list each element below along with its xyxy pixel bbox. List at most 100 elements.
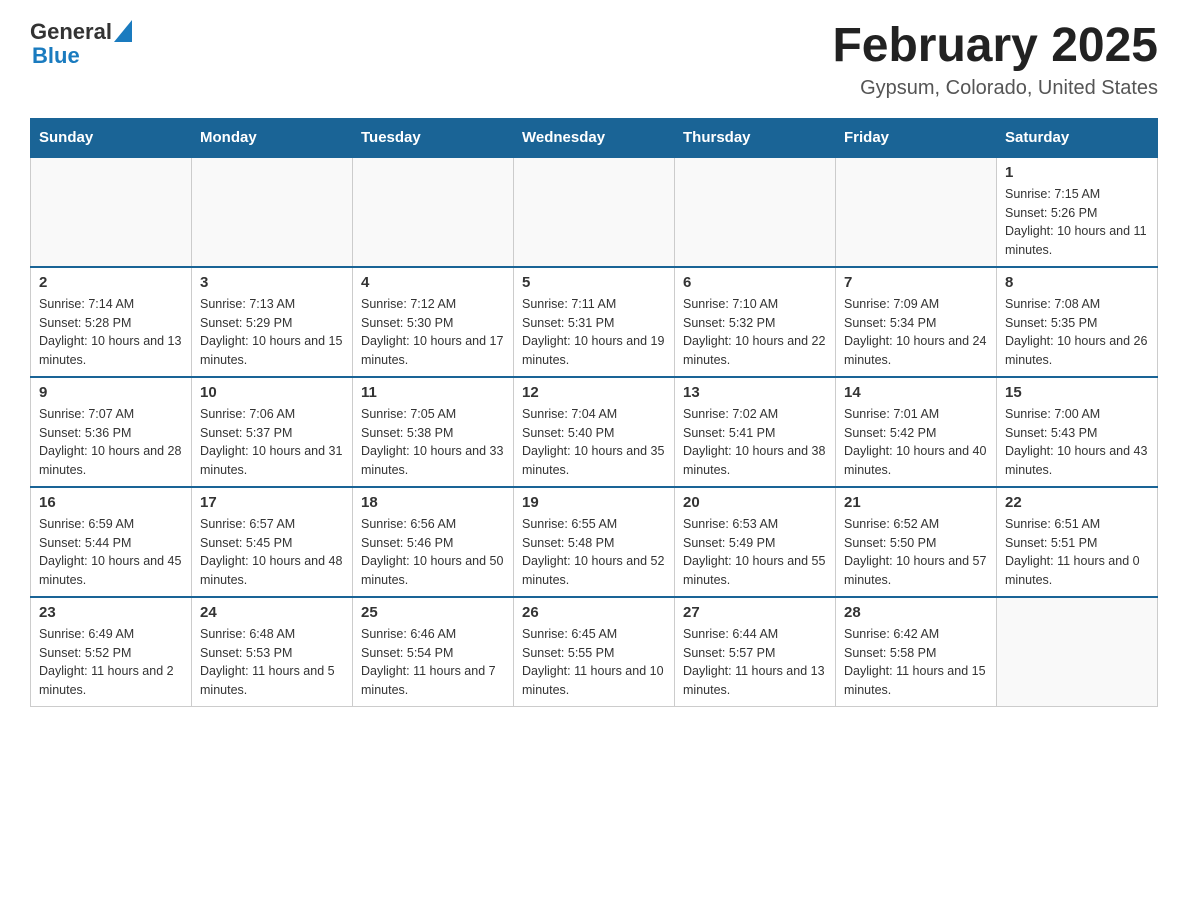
calendar-cell: 12Sunrise: 7:04 AMSunset: 5:40 PMDayligh… [514,377,675,487]
month-title: February 2025 [832,20,1158,73]
day-number: 22 [1005,494,1149,511]
logo: General Blue [30,20,132,68]
calendar-cell [997,597,1158,707]
weekday-header-friday: Friday [836,118,997,157]
day-info: Sunrise: 6:42 AMSunset: 5:58 PMDaylight:… [844,625,988,700]
calendar-cell [675,157,836,267]
day-number: 9 [39,384,183,401]
weekday-header-thursday: Thursday [675,118,836,157]
weekday-header-tuesday: Tuesday [353,118,514,157]
day-info: Sunrise: 6:55 AMSunset: 5:48 PMDaylight:… [522,515,666,590]
calendar-cell: 3 Sunrise: 7:13 AMSunset: 5:29 PMDaylight… [192,267,353,377]
day-info: Sunrise: 7:05 AMSunset: 5:38 PMDaylight:… [361,405,505,480]
week-row-2: 2 Sunrise: 7:14 AMSunset: 5:28 PMDaylight… [31,267,1158,377]
day-info: Sunrise: 7:11 AMSunset: 5:31 PMDaylight:… [522,295,666,370]
day-info: Sunrise: 6:53 AMSunset: 5:49 PMDaylight:… [683,515,827,590]
calendar-cell: 20 Sunrise: 6:53 AMSunset: 5:49 PMDayligh… [675,487,836,597]
day-number: 7 [844,274,988,291]
calendar-cell: 21 Sunrise: 6:52 AMSunset: 5:50 PMDayligh… [836,487,997,597]
calendar-cell: 23 Sunrise: 6:49 AMSunset: 5:52 PMDayligh… [31,597,192,707]
calendar-cell [192,157,353,267]
day-number: 3 [200,274,344,291]
week-row-1: 1Sunrise: 7:15 AMSunset: 5:26 PMDaylight… [31,157,1158,267]
calendar-cell: 25 Sunrise: 6:46 AMSunset: 5:54 PMDayligh… [353,597,514,707]
day-number: 16 [39,494,183,511]
day-number: 18 [361,494,505,511]
day-info: Sunrise: 6:56 AMSunset: 5:46 PMDaylight:… [361,515,505,590]
day-info: Sunrise: 6:59 AMSunset: 5:44 PMDaylight:… [39,515,183,590]
title-area: February 2025 Gypsum, Colorado, United S… [832,20,1158,100]
day-number: 26 [522,604,666,621]
day-info: Sunrise: 6:45 AMSunset: 5:55 PMDaylight:… [522,625,666,700]
day-number: 15 [1005,384,1149,401]
day-info: Sunrise: 7:12 AMSunset: 5:30 PMDaylight:… [361,295,505,370]
calendar-table: SundayMondayTuesdayWednesdayThursdayFrid… [30,118,1158,707]
day-info: Sunrise: 7:08 AMSunset: 5:35 PMDaylight:… [1005,295,1149,370]
calendar-cell: 18 Sunrise: 6:56 AMSunset: 5:46 PMDayligh… [353,487,514,597]
calendar-cell: 11 Sunrise: 7:05 AMSunset: 5:38 PMDayligh… [353,377,514,487]
day-number: 24 [200,604,344,621]
day-info: Sunrise: 6:51 AMSunset: 5:51 PMDaylight:… [1005,515,1149,590]
weekday-header-monday: Monday [192,118,353,157]
calendar-cell: 22 Sunrise: 6:51 AMSunset: 5:51 PMDayligh… [997,487,1158,597]
day-info: Sunrise: 7:07 AMSunset: 5:36 PMDaylight:… [39,405,183,480]
calendar-cell: 16 Sunrise: 6:59 AMSunset: 5:44 PMDayligh… [31,487,192,597]
calendar-cell: 26 Sunrise: 6:45 AMSunset: 5:55 PMDayligh… [514,597,675,707]
day-number: 25 [361,604,505,621]
day-info: Sunrise: 6:49 AMSunset: 5:52 PMDaylight:… [39,625,183,700]
calendar-cell [836,157,997,267]
day-number: 10 [200,384,344,401]
week-row-4: 16 Sunrise: 6:59 AMSunset: 5:44 PMDayligh… [31,487,1158,597]
logo-general-text: General [30,20,112,44]
calendar-cell: 5Sunrise: 7:11 AMSunset: 5:31 PMDaylight… [514,267,675,377]
day-info: Sunrise: 6:46 AMSunset: 5:54 PMDaylight:… [361,625,505,700]
calendar-cell: 4 Sunrise: 7:12 AMSunset: 5:30 PMDaylight… [353,267,514,377]
day-number: 11 [361,384,505,401]
day-number: 13 [683,384,827,401]
day-info: Sunrise: 6:44 AMSunset: 5:57 PMDaylight:… [683,625,827,700]
day-number: 12 [522,384,666,401]
logo-blue-text: Blue [32,44,132,68]
calendar-cell: 2 Sunrise: 7:14 AMSunset: 5:28 PMDaylight… [31,267,192,377]
day-number: 4 [361,274,505,291]
day-info: Sunrise: 7:13 AMSunset: 5:29 PMDaylight:… [200,295,344,370]
calendar-cell [514,157,675,267]
week-row-3: 9 Sunrise: 7:07 AMSunset: 5:36 PMDaylight… [31,377,1158,487]
day-number: 8 [1005,274,1149,291]
calendar-cell [353,157,514,267]
page-header: General Blue February 2025 Gypsum, Color… [30,20,1158,100]
calendar-cell: 27 Sunrise: 6:44 AMSunset: 5:57 PMDayligh… [675,597,836,707]
day-number: 17 [200,494,344,511]
weekday-header-saturday: Saturday [997,118,1158,157]
day-info: Sunrise: 7:06 AMSunset: 5:37 PMDaylight:… [200,405,344,480]
calendar-cell: 28 Sunrise: 6:42 AMSunset: 5:58 PMDayligh… [836,597,997,707]
calendar-cell: 15 Sunrise: 7:00 AMSunset: 5:43 PMDayligh… [997,377,1158,487]
calendar-cell: 9 Sunrise: 7:07 AMSunset: 5:36 PMDaylight… [31,377,192,487]
day-info: Sunrise: 7:14 AMSunset: 5:28 PMDaylight:… [39,295,183,370]
day-number: 2 [39,274,183,291]
day-number: 14 [844,384,988,401]
calendar-cell: 13Sunrise: 7:02 AMSunset: 5:41 PMDayligh… [675,377,836,487]
day-number: 23 [39,604,183,621]
day-info: Sunrise: 6:52 AMSunset: 5:50 PMDaylight:… [844,515,988,590]
calendar-cell: 6Sunrise: 7:10 AMSunset: 5:32 PMDaylight… [675,267,836,377]
day-number: 20 [683,494,827,511]
weekday-header-sunday: Sunday [31,118,192,157]
day-number: 28 [844,604,988,621]
weekday-header-row: SundayMondayTuesdayWednesdayThursdayFrid… [31,118,1158,157]
day-number: 21 [844,494,988,511]
day-info: Sunrise: 6:57 AMSunset: 5:45 PMDaylight:… [200,515,344,590]
day-number: 19 [522,494,666,511]
calendar-cell: 1Sunrise: 7:15 AMSunset: 5:26 PMDaylight… [997,157,1158,267]
day-number: 27 [683,604,827,621]
week-row-5: 23 Sunrise: 6:49 AMSunset: 5:52 PMDayligh… [31,597,1158,707]
calendar-cell: 8 Sunrise: 7:08 AMSunset: 5:35 PMDaylight… [997,267,1158,377]
location-subtitle: Gypsum, Colorado, United States [832,77,1158,100]
day-info: Sunrise: 7:10 AMSunset: 5:32 PMDaylight:… [683,295,827,370]
day-number: 1 [1005,164,1149,181]
calendar-cell: 7Sunrise: 7:09 AMSunset: 5:34 PMDaylight… [836,267,997,377]
day-info: Sunrise: 6:48 AMSunset: 5:53 PMDaylight:… [200,625,344,700]
weekday-header-wednesday: Wednesday [514,118,675,157]
calendar-cell: 19 Sunrise: 6:55 AMSunset: 5:48 PMDayligh… [514,487,675,597]
day-info: Sunrise: 7:00 AMSunset: 5:43 PMDaylight:… [1005,405,1149,480]
